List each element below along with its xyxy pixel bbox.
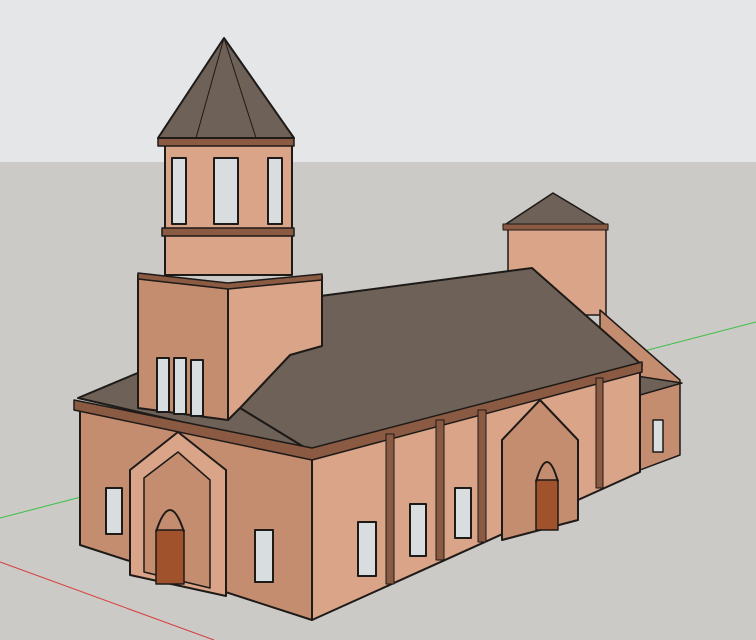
belfry-window: [213, 157, 239, 225]
rear-tower-trim: [502, 223, 609, 231]
side-window: [409, 503, 427, 557]
side-door[interactable]: [535, 479, 559, 531]
front-door[interactable]: [155, 529, 185, 585]
annex-window: [652, 419, 664, 453]
side-window: [357, 521, 377, 577]
sky: [0, 0, 756, 162]
side-window: [454, 487, 472, 539]
belfry-window: [267, 157, 283, 225]
belfry-trim-top: [157, 137, 295, 147]
belfry-window: [171, 157, 187, 225]
front-window: [105, 487, 123, 535]
sketchup-3d-viewport[interactable]: [0, 0, 756, 640]
belfry-trim-mid: [161, 227, 295, 237]
pilaster: [435, 419, 445, 561]
tower-window: [190, 359, 204, 417]
pilaster: [385, 433, 395, 585]
front-window: [254, 529, 274, 583]
pilaster: [477, 409, 487, 543]
tower-window: [156, 357, 170, 413]
pilaster: [595, 377, 604, 489]
scene-canvas[interactable]: [0, 0, 756, 640]
tower-window: [173, 357, 187, 415]
